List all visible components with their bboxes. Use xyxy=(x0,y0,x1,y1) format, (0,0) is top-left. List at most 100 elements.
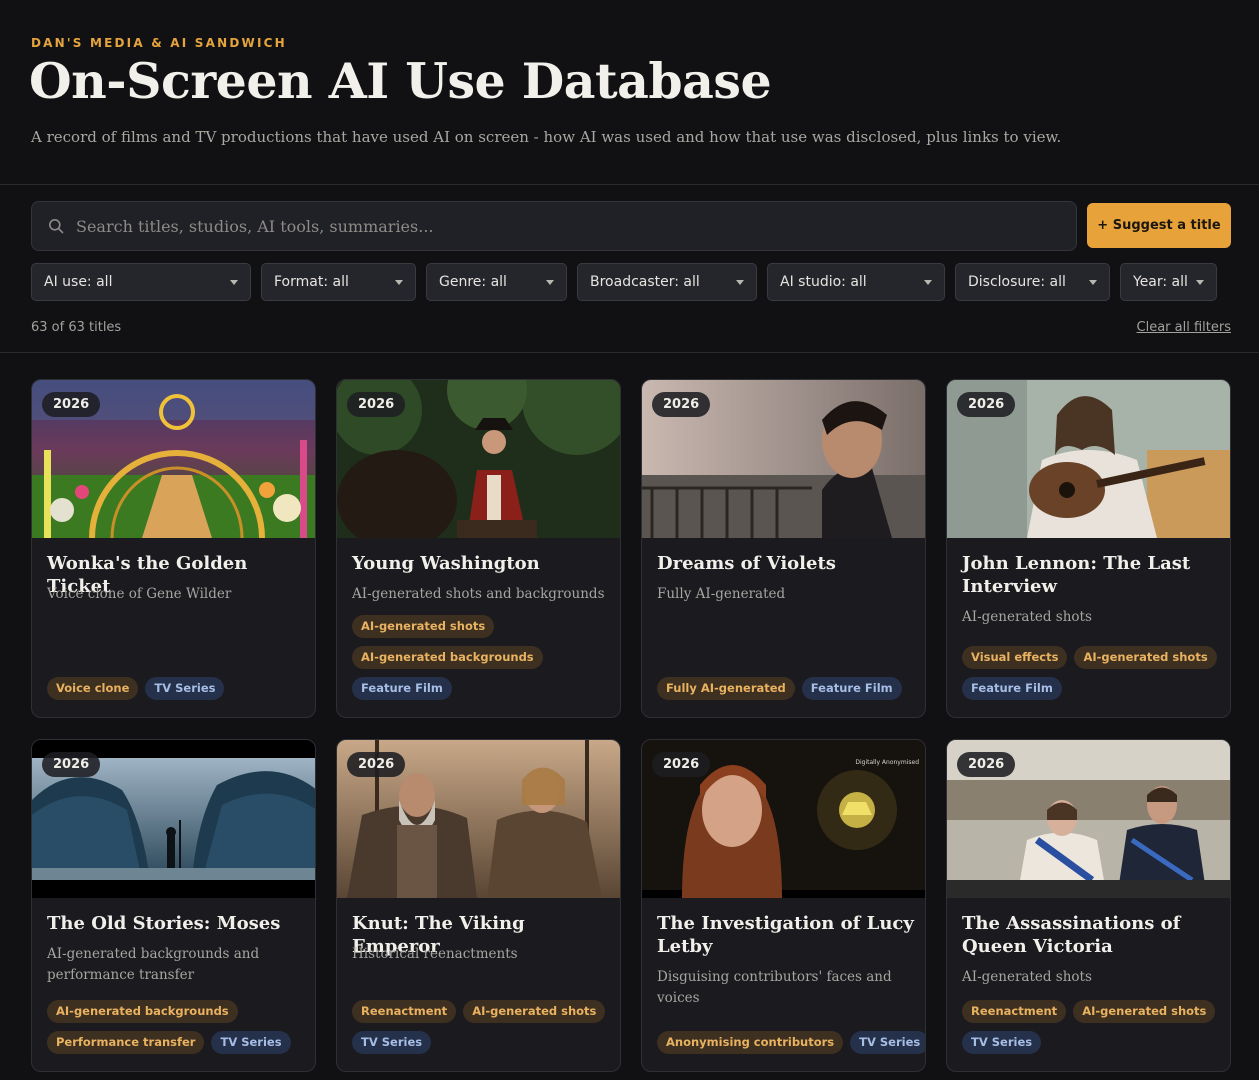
tag-ai-use[interactable]: AI-generated shots xyxy=(463,1000,606,1023)
card-thumbnail: 2026 xyxy=(32,740,315,898)
tag-list: Voice clone TV Series xyxy=(47,677,309,708)
tag-format[interactable]: TV Series xyxy=(962,1031,1042,1054)
card-description: AI-generated shots xyxy=(962,969,1092,985)
tag-format[interactable]: Feature Film xyxy=(801,677,902,700)
tag-ai-use[interactable]: Fully AI-generated xyxy=(657,677,795,700)
title-card[interactable]: 2026 Knut: The Viking Emperor Historical… xyxy=(336,739,621,1072)
filter-ai-studio[interactable]: AI studio: all xyxy=(767,263,945,301)
card-thumbnail: 2026 xyxy=(947,380,1230,538)
search-box[interactable] xyxy=(31,201,1077,251)
tag-ai-use[interactable]: AI-generated shots xyxy=(1074,646,1217,669)
filter-label: Format: all xyxy=(274,274,349,290)
search-icon xyxy=(49,219,64,234)
card-thumbnail: 2026 Digitally Anonymised xyxy=(642,740,925,898)
card-title: John Lennon: The Last Interview xyxy=(962,553,1191,597)
page-header: DAN'S MEDIA & AI SANDWICH On-Screen AI U… xyxy=(0,0,1259,185)
title-card[interactable]: 2026 John Lennon: The Last Interview AI-… xyxy=(946,379,1231,718)
filter-ai-use[interactable]: AI use: all xyxy=(31,263,251,301)
card-description: Disguising contributors' faces and voice… xyxy=(657,969,892,1006)
card-thumbnail: 2026 xyxy=(32,380,315,538)
title-card[interactable]: 2026 Young Washington AI-generated shots… xyxy=(336,379,621,718)
tag-ai-use[interactable]: AI-generated backgrounds xyxy=(47,1000,238,1023)
card-description: Voice clone of Gene Wilder xyxy=(47,586,232,602)
card-title: The Investigation of Lucy Letby xyxy=(657,913,914,957)
filter-broadcaster[interactable]: Broadcaster: all xyxy=(577,263,757,301)
filter-disclosure[interactable]: Disclosure: all xyxy=(955,263,1110,301)
tag-list: Visual effects AI-generated shots Feature… xyxy=(962,646,1224,708)
suggest-title-button[interactable]: + Suggest a title xyxy=(1087,203,1231,248)
tag-ai-use[interactable]: AI-generated shots xyxy=(352,615,495,638)
title-card[interactable]: 2026 Wonka's the Golden Ticket Voice clo… xyxy=(31,379,316,718)
page-title: On-Screen AI Use Database xyxy=(29,52,772,110)
site-eyebrow: DAN'S MEDIA & AI SANDWICH xyxy=(31,36,287,50)
chevron-down-icon xyxy=(546,280,554,285)
tag-list: Reenactment AI-generated shots TV Series xyxy=(352,1000,614,1062)
tag-list: AI-generated backgrounds Performance tra… xyxy=(47,1000,309,1062)
card-description: Fully AI-generated xyxy=(657,586,786,602)
card-description: AI-generated shots and backgrounds xyxy=(352,586,605,602)
filter-label: Disclosure: all xyxy=(968,274,1066,290)
filter-label: Genre: all xyxy=(439,274,507,290)
card-description: AI-generated backgrounds and performance… xyxy=(47,946,260,983)
results-count: 63 of 63 titles xyxy=(31,320,122,335)
card-title: Dreams of Violets xyxy=(657,553,836,574)
title-card[interactable]: 2026 The Old Stories: Moses AI-generated… xyxy=(31,739,316,1072)
chevron-down-icon xyxy=(924,280,932,285)
card-title: The Old Stories: Moses xyxy=(47,913,281,934)
year-badge: 2026 xyxy=(42,392,101,417)
tag-format[interactable]: TV Series xyxy=(850,1031,925,1054)
title-card[interactable]: 2026 Digitally Anonymised The Investigat… xyxy=(641,739,926,1072)
tag-ai-use[interactable]: Performance transfer xyxy=(47,1031,205,1054)
tag-ai-use[interactable]: Voice clone xyxy=(47,677,139,700)
tag-ai-use[interactable]: AI-generated shots xyxy=(1073,1000,1216,1023)
year-badge: 2026 xyxy=(347,392,406,417)
tag-list: Reenactment AI-generated shots TV Series xyxy=(962,1000,1224,1062)
card-title: Young Washington xyxy=(352,553,540,574)
tag-ai-use[interactable]: Visual effects xyxy=(962,646,1068,669)
year-badge: 2026 xyxy=(347,752,406,777)
filter-label: AI studio: all xyxy=(780,274,867,290)
tag-format[interactable]: Feature Film xyxy=(352,677,452,700)
tag-ai-use[interactable]: Anonymising contributors xyxy=(657,1031,844,1054)
tag-ai-use[interactable]: Reenactment xyxy=(352,1000,457,1023)
chevron-down-icon xyxy=(230,280,238,285)
year-badge: 2026 xyxy=(652,392,711,417)
controls-bar: + Suggest a title AI use: all Format: al… xyxy=(0,185,1259,353)
anonymised-overlay-label: Digitally Anonymised xyxy=(855,759,919,766)
filter-format[interactable]: Format: all xyxy=(261,263,416,301)
year-badge: 2026 xyxy=(957,752,1016,777)
tag-format[interactable]: TV Series xyxy=(352,1031,432,1054)
chevron-down-icon xyxy=(736,280,744,285)
tag-ai-use[interactable]: Reenactment xyxy=(962,1000,1067,1023)
card-description: AI-generated shots xyxy=(962,609,1092,625)
chevron-down-icon xyxy=(395,280,403,285)
card-thumbnail: 2026 xyxy=(337,380,620,538)
year-badge: 2026 xyxy=(957,392,1016,417)
filter-label: Year: all xyxy=(1133,274,1188,290)
tag-list: AI-generated shots AI-generated backgrou… xyxy=(352,615,614,708)
tag-list: Anonymising contributors TV Series xyxy=(657,1031,925,1062)
chevron-down-icon xyxy=(1196,280,1204,285)
tag-format[interactable]: TV Series xyxy=(211,1031,291,1054)
card-thumbnail: 2026 xyxy=(947,740,1230,898)
title-card[interactable]: 2026 The Assassinations of Queen Victori… xyxy=(946,739,1231,1072)
tag-ai-use[interactable]: AI-generated backgrounds xyxy=(352,646,543,669)
tag-format[interactable]: Feature Film xyxy=(962,677,1062,700)
filter-year[interactable]: Year: all xyxy=(1120,263,1217,301)
filter-label: Broadcaster: all xyxy=(590,274,700,290)
year-badge: 2026 xyxy=(42,752,101,777)
card-thumbnail: 2026 xyxy=(337,740,620,898)
search-input[interactable] xyxy=(76,216,1016,236)
filter-genre[interactable]: Genre: all xyxy=(426,263,567,301)
card-title: The Assassinations of Queen Victoria xyxy=(962,913,1181,957)
card-thumbnail: 2026 xyxy=(642,380,925,538)
card-description: Historical reenactments xyxy=(352,946,518,962)
title-card[interactable]: 2026 Dreams of Violets Fully AI-generate… xyxy=(641,379,926,718)
tag-list: Fully AI-generated Feature Film xyxy=(657,677,919,708)
chevron-down-icon xyxy=(1089,280,1097,285)
clear-filters-link[interactable]: Clear all filters xyxy=(1137,320,1231,335)
tag-format[interactable]: TV Series xyxy=(145,677,225,700)
page-subtitle: A record of films and TV productions tha… xyxy=(31,128,1062,146)
year-badge: 2026 xyxy=(652,752,711,777)
filter-label: AI use: all xyxy=(44,274,113,290)
